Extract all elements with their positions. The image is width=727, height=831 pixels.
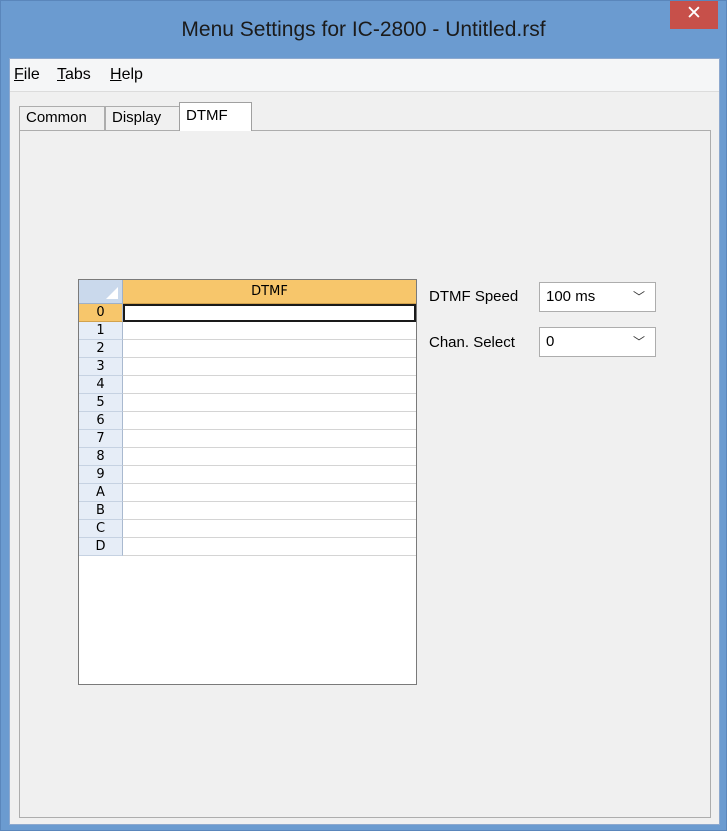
- dtmf-cell[interactable]: [123, 502, 416, 520]
- chan-select-value: 0: [546, 333, 555, 350]
- dtmf-cell[interactable]: [123, 322, 416, 340]
- table-row[interactable]: 0: [79, 304, 416, 322]
- menu-file[interactable]: File: [14, 66, 40, 84]
- table-row[interactable]: 1: [79, 322, 416, 340]
- row-header[interactable]: 7: [79, 430, 123, 448]
- dtmf-cell[interactable]: [123, 448, 416, 466]
- row-header[interactable]: D: [79, 538, 123, 556]
- row-header[interactable]: 1: [79, 322, 123, 340]
- row-header[interactable]: 5: [79, 394, 123, 412]
- dtmf-cell[interactable]: [123, 376, 416, 394]
- table-row[interactable]: 7: [79, 430, 416, 448]
- tab-common[interactable]: Common: [19, 106, 105, 130]
- dtmf-cell[interactable]: [123, 466, 416, 484]
- dtmf-speed-select[interactable]: 100 ms ﹀: [539, 282, 656, 312]
- row-header[interactable]: C: [79, 520, 123, 538]
- app-window: Menu Settings for IC-2800 - Untitled.rsf…: [0, 0, 727, 831]
- client-area: File Tabs Help Common Display DTMF DTMF …: [9, 58, 720, 825]
- tab-display[interactable]: Display: [105, 106, 180, 130]
- row-header[interactable]: 9: [79, 466, 123, 484]
- row-header[interactable]: B: [79, 502, 123, 520]
- table-row[interactable]: A: [79, 484, 416, 502]
- chan-select-select[interactable]: 0 ﹀: [539, 327, 656, 357]
- dtmf-cell[interactable]: [123, 412, 416, 430]
- row-header[interactable]: 6: [79, 412, 123, 430]
- row-header[interactable]: 2: [79, 340, 123, 358]
- dtmf-cell[interactable]: [123, 538, 416, 556]
- close-button[interactable]: ✕: [670, 1, 718, 29]
- close-icon: ✕: [686, 3, 702, 24]
- menu-help[interactable]: Help: [110, 66, 143, 84]
- dtmf-cell[interactable]: [123, 484, 416, 502]
- row-header[interactable]: 8: [79, 448, 123, 466]
- chan-select-label: Chan. Select: [429, 334, 515, 351]
- dtmf-tab-panel: DTMF 0123456789ABCD DTMF Speed 100 ms ﹀ …: [19, 130, 711, 818]
- dtmf-speed-value: 100 ms: [546, 288, 596, 305]
- table-row[interactable]: D: [79, 538, 416, 556]
- chevron-down-icon: ﹀: [632, 335, 645, 349]
- grid-select-all-corner[interactable]: [79, 280, 123, 304]
- chevron-down-icon: ﹀: [632, 290, 645, 304]
- row-header[interactable]: A: [79, 484, 123, 502]
- menu-bar: File Tabs Help: [10, 59, 719, 92]
- menu-tabs[interactable]: Tabs: [57, 66, 91, 84]
- row-header[interactable]: 0: [79, 304, 123, 322]
- dtmf-speed-label: DTMF Speed: [429, 288, 519, 305]
- title-bar[interactable]: Menu Settings for IC-2800 - Untitled.rsf…: [1, 1, 726, 57]
- table-row[interactable]: C: [79, 520, 416, 538]
- table-row[interactable]: 8: [79, 448, 416, 466]
- row-header[interactable]: 4: [79, 376, 123, 394]
- row-header[interactable]: 3: [79, 358, 123, 376]
- dtmf-cell[interactable]: [123, 520, 416, 538]
- dtmf-cell[interactable]: [123, 340, 416, 358]
- corner-triangle-icon: [106, 287, 118, 299]
- window-title: Menu Settings for IC-2800 - Untitled.rsf: [181, 18, 546, 41]
- dtmf-cell[interactable]: [123, 430, 416, 448]
- table-row[interactable]: 9: [79, 466, 416, 484]
- dtmf-grid[interactable]: DTMF 0123456789ABCD: [78, 279, 417, 685]
- tab-dtmf[interactable]: DTMF: [179, 102, 252, 131]
- table-row[interactable]: 4: [79, 376, 416, 394]
- dtmf-cell[interactable]: [123, 304, 416, 322]
- dtmf-cell[interactable]: [123, 358, 416, 376]
- table-row[interactable]: 6: [79, 412, 416, 430]
- grid-column-header[interactable]: DTMF: [123, 280, 416, 304]
- table-row[interactable]: 2: [79, 340, 416, 358]
- table-row[interactable]: B: [79, 502, 416, 520]
- dtmf-cell[interactable]: [123, 394, 416, 412]
- table-row[interactable]: 3: [79, 358, 416, 376]
- table-row[interactable]: 5: [79, 394, 416, 412]
